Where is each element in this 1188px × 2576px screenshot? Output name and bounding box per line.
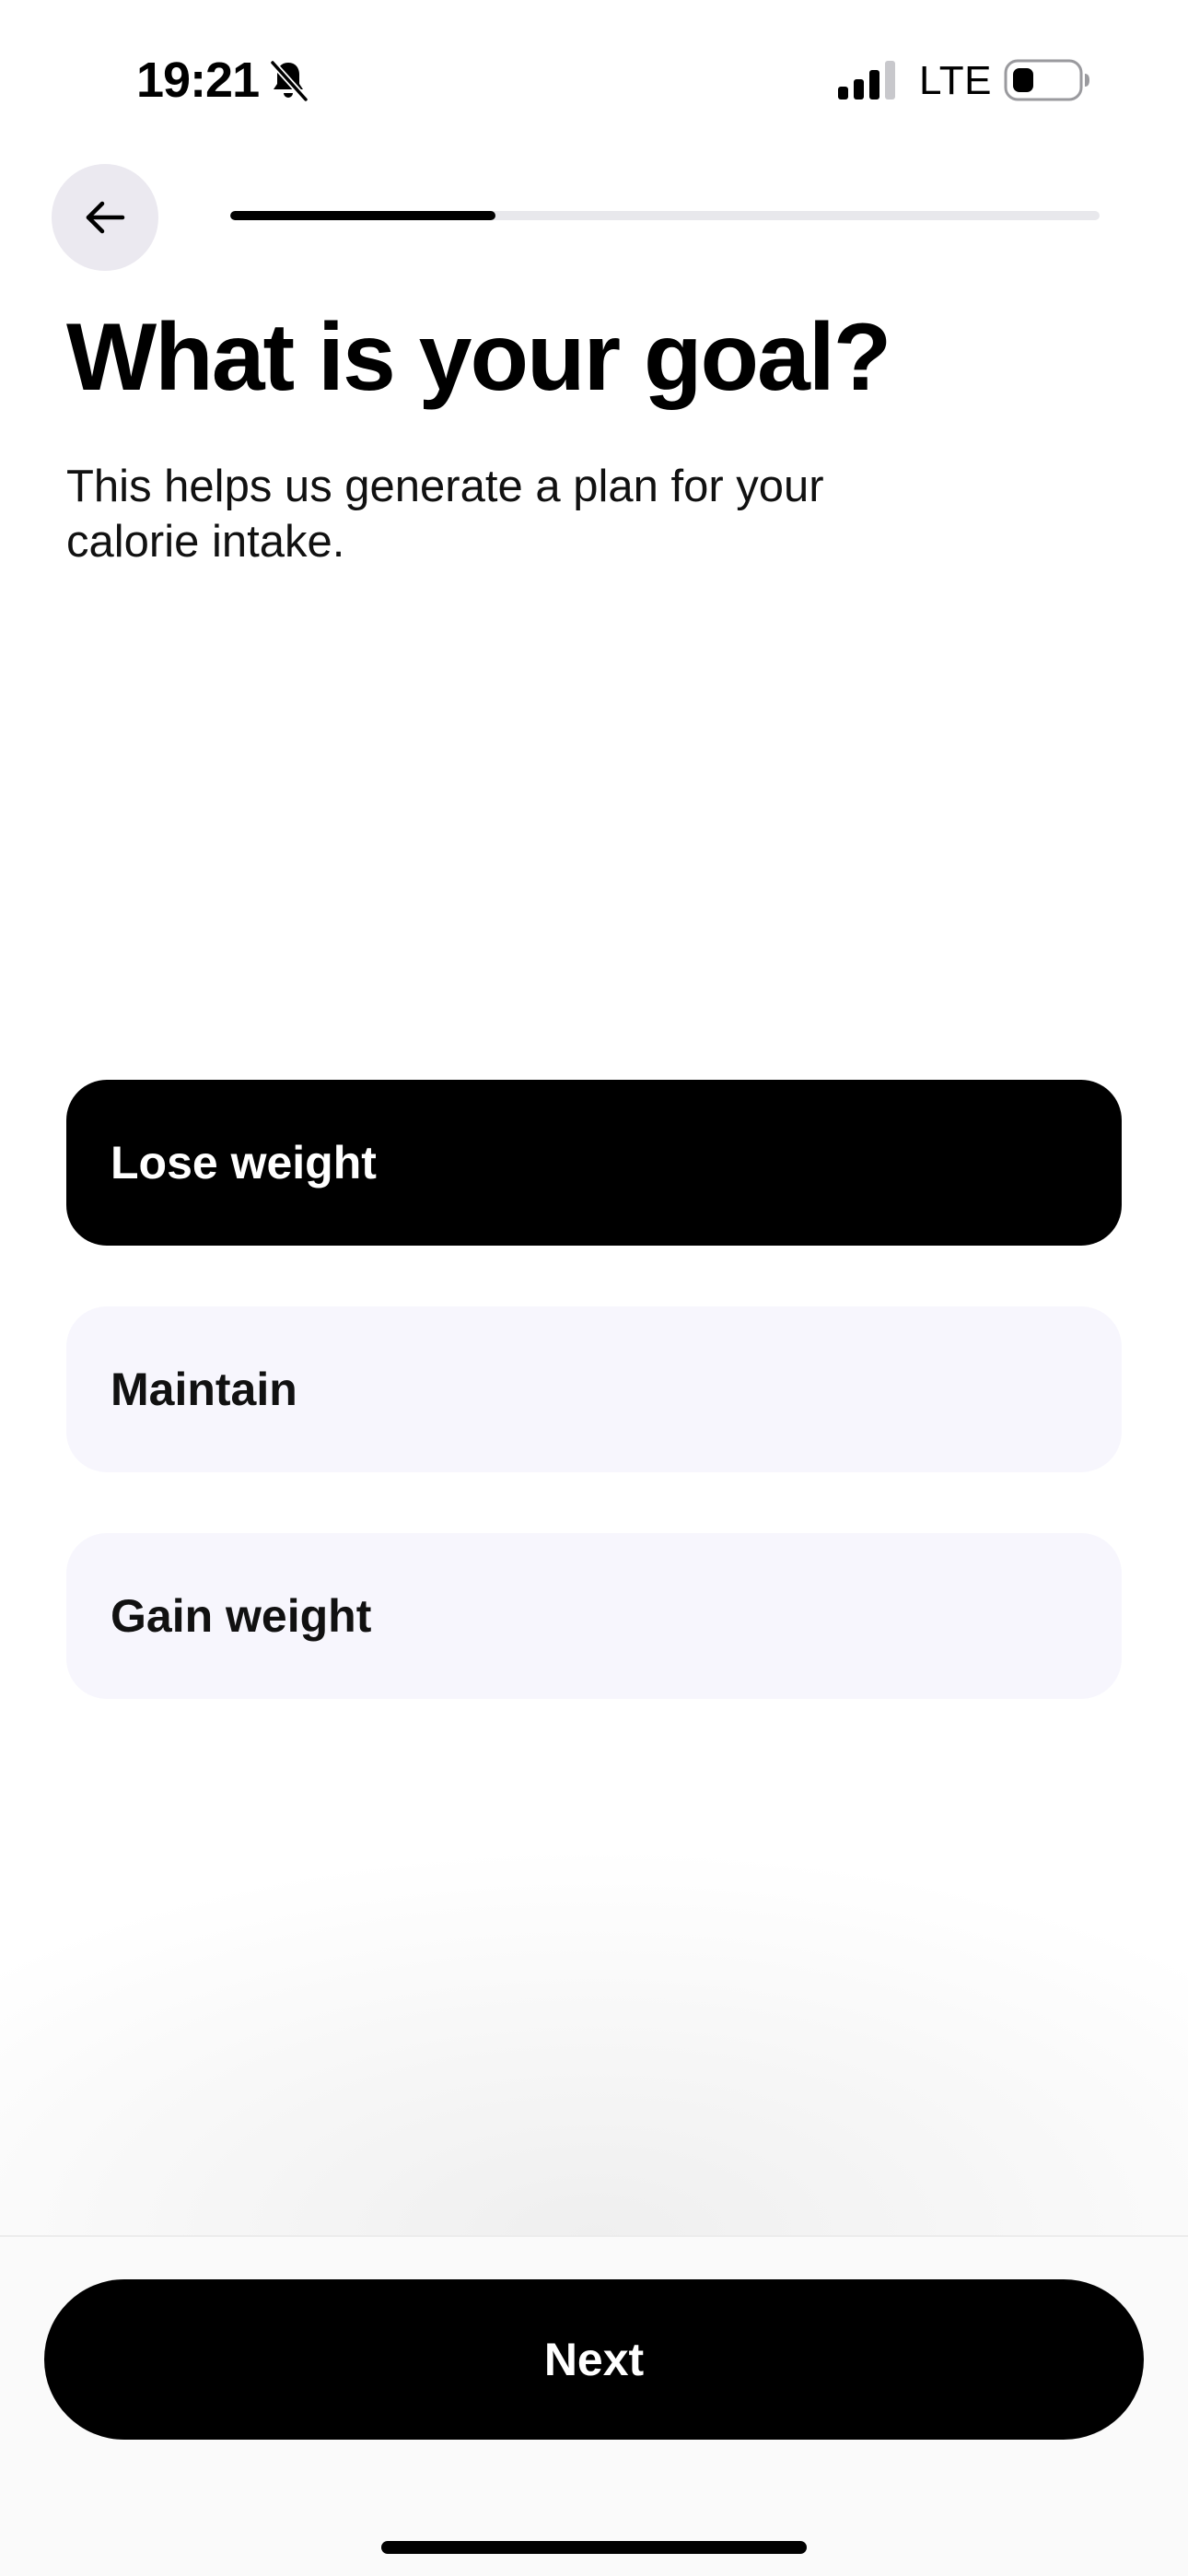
- network-type: LTE: [919, 58, 992, 103]
- page-subtitle: This helps us generate a plan for your c…: [66, 462, 824, 567]
- option-label: Maintain: [111, 1364, 297, 1415]
- arrow-left-icon: [86, 201, 125, 234]
- page-title: What is your goal?: [66, 304, 891, 411]
- option-label: Gain weight: [111, 1590, 372, 1642]
- back-button[interactable]: [52, 164, 158, 271]
- bottom-fade: [0, 1843, 1188, 2235]
- option-label: Lose weight: [111, 1137, 377, 1188]
- home-indicator: [381, 2541, 807, 2554]
- next-button-label: Next: [543, 2334, 645, 2385]
- option-gain-weight[interactable]: Gain weight: [66, 1533, 1122, 1699]
- status-bar: 19:21 LTE: [0, 0, 1188, 157]
- onboarding-progress-bar: [230, 211, 1100, 220]
- signal-icon: [838, 61, 895, 100]
- option-lose-weight[interactable]: Lose weight: [66, 1080, 1122, 1246]
- option-maintain[interactable]: Maintain: [66, 1306, 1122, 1472]
- next-button[interactable]: Next: [44, 2279, 1144, 2440]
- progress-fill: [230, 211, 495, 220]
- bell-muted-icon: [270, 60, 309, 102]
- status-time: 19:21: [136, 53, 260, 108]
- battery-icon: [1004, 59, 1089, 101]
- goal-selection-screen: 19:21 LTE What is your goal? This helps …: [0, 0, 1188, 2576]
